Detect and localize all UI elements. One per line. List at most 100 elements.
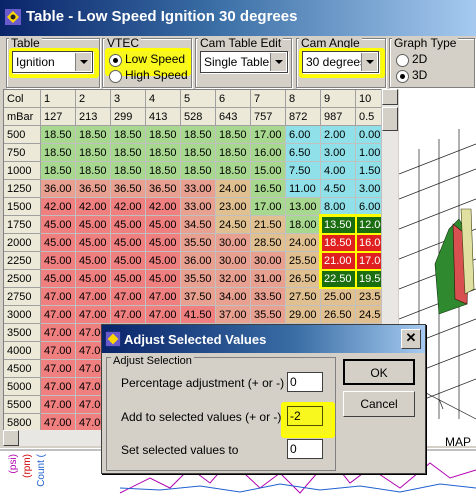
- table-cell[interactable]: 45.00: [41, 216, 76, 234]
- table-cell[interactable]: 21.00: [321, 252, 356, 270]
- low-speed-radio[interactable]: [109, 54, 122, 67]
- table-cell[interactable]: 16.50: [251, 180, 286, 198]
- table-cell[interactable]: 3.00: [356, 180, 382, 198]
- chevron-down-icon[interactable]: [75, 53, 91, 71]
- table-cell[interactable]: 45.00: [146, 234, 181, 252]
- table-cell[interactable]: 45.00: [146, 270, 181, 288]
- set-value-input[interactable]: 0: [287, 439, 323, 459]
- table-cell[interactable]: 7.50: [286, 162, 321, 180]
- table-cell[interactable]: 36.00: [41, 180, 76, 198]
- table-cell[interactable]: 45.00: [41, 252, 76, 270]
- table-cell[interactable]: 18.50: [41, 144, 76, 162]
- table-cell[interactable]: 32.00: [216, 270, 251, 288]
- table-cell[interactable]: 45.00: [111, 252, 146, 270]
- table-cell[interactable]: 22.50: [321, 270, 356, 288]
- table-cell[interactable]: 34.50: [181, 216, 216, 234]
- table-cell[interactable]: 0.00: [356, 126, 382, 144]
- table-cell[interactable]: 45.00: [146, 216, 181, 234]
- table-cell[interactable]: 18.50: [111, 126, 146, 144]
- table-cell[interactable]: 47.00: [146, 288, 181, 306]
- table-cell[interactable]: 45.00: [76, 270, 111, 288]
- table-cell[interactable]: 42.00: [146, 198, 181, 216]
- table-cell[interactable]: 24.50: [216, 216, 251, 234]
- table-cell[interactable]: 31.00: [251, 270, 286, 288]
- table-cell[interactable]: 36.00: [181, 252, 216, 270]
- ok-button[interactable]: OK: [343, 359, 415, 385]
- table-cell[interactable]: 17.00: [356, 252, 382, 270]
- table-cell[interactable]: 34.00: [216, 288, 251, 306]
- chevron-down-icon[interactable]: [361, 53, 377, 71]
- graph-3d-radio[interactable]: [396, 70, 409, 83]
- table-cell[interactable]: 45.00: [111, 270, 146, 288]
- table-cell[interactable]: 21.50: [251, 216, 286, 234]
- table-cell[interactable]: 13.50: [321, 216, 356, 234]
- table-cell[interactable]: 30.00: [216, 234, 251, 252]
- table-cell[interactable]: 47.00: [41, 288, 76, 306]
- table-cell[interactable]: 45.00: [76, 252, 111, 270]
- table-cell[interactable]: 18.50: [41, 126, 76, 144]
- table-cell[interactable]: 47.00: [111, 306, 146, 324]
- table-cell[interactable]: 47.00: [41, 342, 76, 360]
- table-cell[interactable]: 25.50: [286, 252, 321, 270]
- table-cell[interactable]: 19.50: [356, 270, 382, 288]
- table-cell[interactable]: 45.00: [41, 270, 76, 288]
- graph-2d-radio[interactable]: [396, 54, 409, 67]
- table-cell[interactable]: 23.50: [356, 288, 382, 306]
- table-cell[interactable]: 23.00: [216, 198, 251, 216]
- table-cell[interactable]: 6.00: [286, 126, 321, 144]
- high-speed-radio[interactable]: [109, 70, 122, 83]
- table-cell[interactable]: 33.00: [181, 198, 216, 216]
- table-cell[interactable]: 8.00: [321, 198, 356, 216]
- table-cell[interactable]: 18.50: [41, 162, 76, 180]
- table-cell[interactable]: 18.50: [111, 162, 146, 180]
- table-select[interactable]: Ignition: [12, 51, 93, 73]
- table-cell[interactable]: 18.50: [216, 144, 251, 162]
- table-cell[interactable]: 1.00: [356, 144, 382, 162]
- table-cell[interactable]: 47.00: [41, 360, 76, 378]
- table-cell[interactable]: 18.50: [76, 126, 111, 144]
- table-cell[interactable]: 47.00: [111, 288, 146, 306]
- table-cell[interactable]: 24.00: [286, 234, 321, 252]
- table-cell[interactable]: 36.50: [76, 180, 111, 198]
- table-cell[interactable]: 18.50: [76, 162, 111, 180]
- table-cell[interactable]: 33.00: [181, 180, 216, 198]
- table-cell[interactable]: 45.00: [111, 234, 146, 252]
- table-cell[interactable]: 6.50: [286, 144, 321, 162]
- cam-table-edit-select[interactable]: Single Table: [200, 51, 288, 73]
- table-cell[interactable]: 18.50: [216, 162, 251, 180]
- table-cell[interactable]: 18.50: [321, 234, 356, 252]
- table-cell[interactable]: 18.50: [146, 126, 181, 144]
- table-cell[interactable]: 4.00: [321, 162, 356, 180]
- cancel-button[interactable]: Cancel: [343, 391, 415, 417]
- table-cell[interactable]: 13.00: [286, 198, 321, 216]
- table-cell[interactable]: 47.00: [76, 306, 111, 324]
- table-cell[interactable]: 35.50: [251, 306, 286, 324]
- table-cell[interactable]: 47.00: [41, 414, 76, 430]
- table-cell[interactable]: 16.00: [356, 234, 382, 252]
- table-cell[interactable]: 18.50: [181, 144, 216, 162]
- table-cell[interactable]: 18.50: [181, 162, 216, 180]
- cam-angle-select[interactable]: 30 degrees: [302, 51, 379, 73]
- table-cell[interactable]: 47.00: [76, 288, 111, 306]
- table-cell[interactable]: 42.00: [111, 198, 146, 216]
- scroll-thumb[interactable]: [382, 107, 398, 131]
- table-cell[interactable]: 36.50: [146, 180, 181, 198]
- table-cell[interactable]: 30.00: [216, 252, 251, 270]
- table-cell[interactable]: 47.00: [41, 378, 76, 396]
- table-cell[interactable]: 3.00: [321, 144, 356, 162]
- table-cell[interactable]: 6.00: [356, 198, 382, 216]
- table-cell[interactable]: 18.00: [286, 216, 321, 234]
- table-cell[interactable]: 1.50: [356, 162, 382, 180]
- table-cell[interactable]: 45.00: [76, 216, 111, 234]
- table-cell[interactable]: 37.50: [181, 288, 216, 306]
- table-cell[interactable]: 15.00: [251, 162, 286, 180]
- table-cell[interactable]: 30.00: [251, 252, 286, 270]
- table-cell[interactable]: 35.50: [181, 270, 216, 288]
- table-cell[interactable]: 47.00: [146, 306, 181, 324]
- percentage-input[interactable]: 0: [287, 372, 323, 392]
- table-cell[interactable]: 17.00: [251, 198, 286, 216]
- table-cell[interactable]: 18.50: [216, 126, 251, 144]
- table-cell[interactable]: 17.00: [251, 126, 286, 144]
- close-icon[interactable]: ✕: [401, 329, 421, 349]
- table-cell[interactable]: 18.50: [111, 144, 146, 162]
